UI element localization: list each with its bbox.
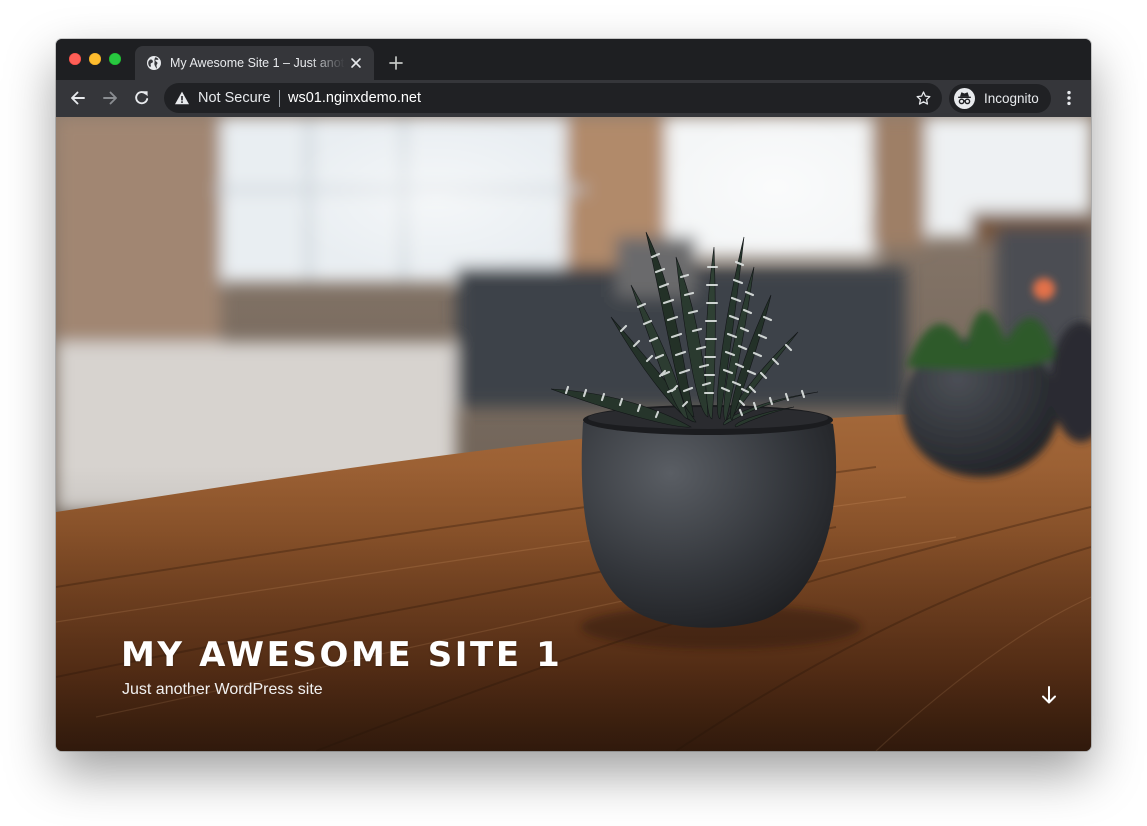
site-tagline: Just another WordPress site	[122, 681, 323, 698]
maximize-window-button[interactable]	[109, 53, 121, 65]
arrow-down-icon[interactable]	[1038, 684, 1060, 706]
site-title[interactable]: MY AWESOME SITE 1	[121, 633, 562, 677]
kebab-menu-icon[interactable]	[1059, 88, 1079, 108]
incognito-icon	[954, 88, 975, 109]
arrow-left-icon[interactable]	[68, 88, 88, 108]
close-window-button[interactable]	[69, 53, 81, 65]
reload-icon[interactable]	[132, 88, 152, 108]
omnibox-divider	[279, 90, 280, 107]
address-bar[interactable]: Not Secure ws01.nginxdemo.net	[164, 83, 942, 113]
star-icon[interactable]	[915, 90, 932, 107]
globe-icon	[146, 55, 162, 71]
browser-toolbar: Not Secure ws01.nginxdemo.net Incognito	[56, 80, 1091, 117]
url-text[interactable]: ws01.nginxdemo.net	[288, 90, 421, 106]
tab-strip: My Awesome Site 1 – Just another WordPre…	[56, 39, 1091, 80]
page-content: MY AWESOME SITE 1 Just another WordPress…	[56, 117, 1091, 751]
incognito-profile-button[interactable]: Incognito	[949, 84, 1051, 113]
warning-triangle-icon[interactable]	[174, 90, 190, 106]
tab-title: My Awesome Site 1 – Just another WordPre…	[170, 56, 345, 70]
arrow-right-icon[interactable]	[100, 88, 120, 108]
browser-window: My Awesome Site 1 – Just another WordPre…	[56, 39, 1091, 751]
close-icon[interactable]	[349, 56, 363, 70]
tab-active[interactable]: My Awesome Site 1 – Just another WordPre…	[135, 46, 374, 80]
plus-icon[interactable]	[386, 53, 406, 73]
incognito-label: Incognito	[984, 91, 1039, 106]
minimize-window-button[interactable]	[89, 53, 101, 65]
security-status-label[interactable]: Not Secure	[198, 90, 271, 106]
